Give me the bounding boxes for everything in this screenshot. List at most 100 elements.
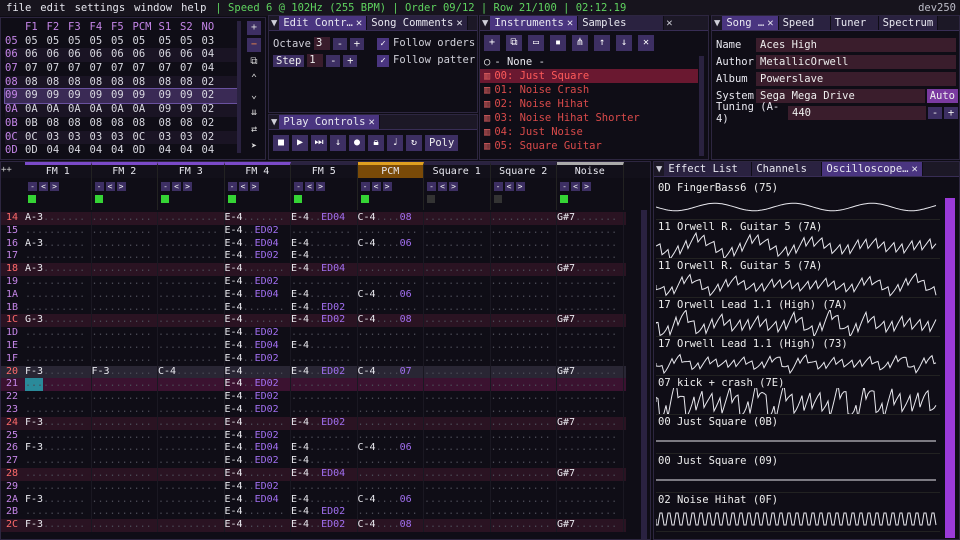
pattern-cell[interactable]: .......... (424, 519, 491, 532)
pattern-cell[interactable]: .......... (557, 250, 624, 264)
order-cell[interactable]: 08 (133, 76, 159, 90)
order-cell[interactable]: 09 (133, 89, 159, 103)
move-up-icon[interactable]: ↑ (594, 35, 610, 51)
table-row[interactable]: 16 A-3........................... E-4..ED0… (1, 237, 626, 251)
pattern-cell[interactable]: .......... (424, 378, 491, 392)
author-field[interactable]: MetallicOrwell (756, 54, 956, 69)
close-icon[interactable]: ✕ (767, 17, 773, 29)
pattern-cell[interactable]: E-4..ED04 (225, 288, 291, 302)
move-bottom-button[interactable]: ⇊ (247, 106, 261, 120)
order-cell[interactable]: 05 (25, 35, 47, 49)
pattern-cell[interactable]: .......... (358, 506, 424, 520)
pattern-cell[interactable]: E-4..ED02 (225, 480, 291, 494)
order-cell[interactable]: 09 (68, 89, 90, 103)
pattern-cell[interactable]: .......... (92, 237, 158, 251)
tab-song-comments[interactable]: Song Comments ✕ (367, 16, 468, 30)
follow-orders-checkbox[interactable]: ✓ (377, 38, 389, 50)
pattern-cell[interactable]: .......... (158, 263, 225, 276)
pattern-cell[interactable]: .......... (557, 442, 624, 456)
pattern-cell[interactable]: .......... (424, 237, 491, 251)
order-cell[interactable]: 08 (25, 76, 47, 90)
step-play-icon[interactable]: ⏭ (311, 135, 327, 151)
pattern-cell[interactable]: .......... (424, 506, 491, 520)
close-icon[interactable]: ✕ (567, 17, 573, 29)
pattern-cell[interactable]: .......... (557, 301, 624, 315)
order-cell[interactable]: 08 (159, 76, 181, 90)
order-cell[interactable]: 05 (68, 35, 90, 49)
change-mode-button[interactable]: ⇄ (247, 123, 261, 137)
table-row[interactable]: 17.............................. E-4..ED0… (1, 250, 626, 264)
order-cell[interactable]: 04 (90, 144, 112, 158)
collapse-icon[interactable]: ▼ (269, 16, 279, 30)
tab-tuner[interactable]: Tuner (830, 16, 879, 30)
pattern-cell[interactable]: C-4....06 (358, 288, 424, 302)
pattern-cell[interactable]: E-4..ED02 (225, 403, 291, 417)
pattern-cell[interactable]: F-3....... (25, 416, 92, 430)
pattern-cell[interactable]: G#7....... (557, 416, 624, 430)
pattern-cell[interactable]: .......... (424, 301, 491, 315)
pattern-cell[interactable]: .......... (358, 275, 424, 289)
pattern-cell[interactable]: E-4..ED02 (225, 224, 291, 238)
order-cell[interactable]: 03 (111, 131, 133, 145)
pattern-cell[interactable]: .......... (358, 224, 424, 238)
order-cell[interactable]: 07 (159, 62, 181, 76)
pattern-cell[interactable]: .......... (358, 250, 424, 264)
order-cell[interactable]: 03 (90, 131, 112, 145)
pattern-cell[interactable]: .......... (158, 275, 225, 289)
channel-name[interactable]: Square 2 (490, 162, 557, 178)
tab-speed[interactable]: Speed (778, 16, 831, 30)
pattern-cell[interactable]: .......... (25, 288, 92, 302)
pattern-cell[interactable]: .......... (92, 519, 158, 532)
table-row[interactable]: 18 A-3........................... E-4.....… (1, 263, 626, 276)
order-cell[interactable]: 03 (47, 131, 69, 145)
pattern-cell[interactable]: E-4....... (225, 467, 291, 481)
pattern-cell[interactable]: E-4..ED04 (291, 263, 358, 276)
order-row[interactable]: 0A 0A 0A 0A 0A 0A 0A 09 09 02 (5, 103, 237, 117)
pattern-cell[interactable]: .......... (557, 455, 624, 468)
order-cell[interactable]: 04 (159, 144, 181, 158)
pattern-cell[interactable]: .......... (358, 455, 424, 468)
pattern-cell[interactable]: C-4....08 (358, 212, 424, 225)
pattern-cell[interactable]: E-4....... (225, 416, 291, 430)
duplicate-order-button[interactable]: ⧉ (247, 55, 261, 69)
channel-name[interactable]: FM 3 (158, 162, 225, 178)
pattern-cell[interactable]: .......... (557, 275, 624, 289)
pattern-cell[interactable]: .......... (291, 327, 358, 340)
pattern-cell[interactable]: .......... (424, 467, 491, 481)
pattern-cell[interactable]: E-4....... (291, 339, 358, 353)
pattern-cell[interactable]: .......... (92, 391, 158, 404)
pattern-cell[interactable]: .......... (92, 467, 158, 481)
pattern-cell[interactable]: C-4....07 (358, 365, 424, 379)
order-cell[interactable]: 04 (47, 144, 69, 158)
octave-plus-button[interactable]: + (349, 37, 364, 50)
pattern-cell[interactable]: E-4....... (225, 314, 291, 328)
order-row[interactable]: 08 08 08 08 08 08 08 08 08 02 (5, 75, 237, 90)
pattern-cell[interactable]: .......... (92, 301, 158, 315)
pattern-cell[interactable]: .......... (491, 378, 557, 392)
order-cell[interactable]: 04 (202, 62, 224, 76)
pattern-cell[interactable]: E-4..ED04 (291, 212, 358, 225)
pattern-cell[interactable]: .......... (92, 212, 158, 225)
order-row[interactable]: 09 09 09 09 09 09 09 09 09 02 (4, 88, 238, 105)
pattern-cell[interactable]: .......... (25, 391, 92, 404)
pattern-cell[interactable]: .......... (158, 480, 225, 494)
save-icon[interactable]: ▪ (550, 35, 566, 51)
order-cell[interactable]: 08 (180, 117, 202, 131)
pattern-cell[interactable]: G#7....... (557, 314, 624, 328)
pattern-cell[interactable]: .......... (491, 301, 557, 315)
pattern-cell[interactable]: .......... (158, 212, 225, 225)
pattern-cell[interactable]: .......... (25, 506, 92, 520)
pattern-cell[interactable]: .......... (158, 327, 225, 340)
order-cell[interactable]: 02 (202, 76, 224, 90)
left-icon[interactable]: < (305, 182, 314, 191)
pattern-cell[interactable]: .......... (25, 467, 92, 481)
table-row[interactable]: 1A.............................. E-4..ED0… (1, 288, 626, 302)
tuning-minus-button[interactable]: - (928, 106, 942, 119)
pattern-cell[interactable]: .......... (25, 327, 92, 340)
order-cell[interactable]: 09 (159, 89, 181, 103)
octave-field[interactable]: 3 (313, 37, 330, 50)
channel-name[interactable]: Square 1 (424, 162, 491, 178)
repeat-icon[interactable]: ↻ (406, 135, 422, 151)
stop-icon[interactable]: ■ (273, 135, 289, 151)
pattern-cell[interactable]: .......... (491, 237, 557, 251)
